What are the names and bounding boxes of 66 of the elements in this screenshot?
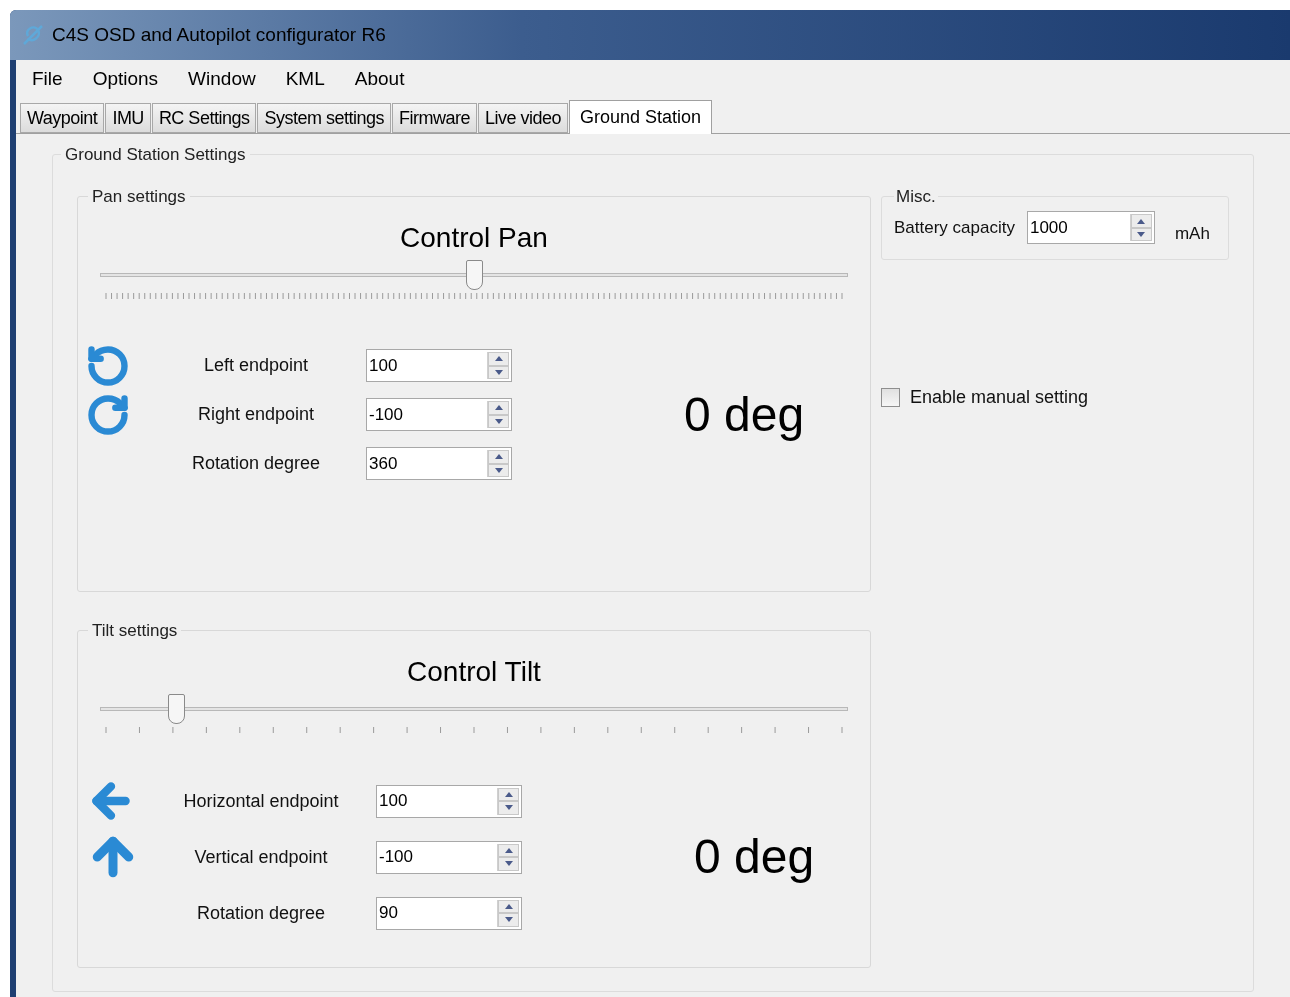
menu-item[interactable]: Options bbox=[92, 64, 159, 94]
down-triangle-icon bbox=[504, 861, 513, 867]
group-title: Pan settings bbox=[91, 185, 187, 208]
down-triangle-icon bbox=[1137, 232, 1146, 237]
spin-up-button[interactable] bbox=[498, 899, 519, 913]
field-label: Vertical endpoint bbox=[193, 845, 329, 869]
down-triangle-icon bbox=[494, 418, 503, 424]
up-triangle-icon bbox=[1137, 218, 1146, 224]
angle-reading: 0 deg bbox=[694, 829, 815, 885]
spin-up-button[interactable] bbox=[1130, 214, 1152, 228]
spin-down-button[interactable] bbox=[498, 913, 519, 927]
angle-reading: 0 deg bbox=[684, 386, 805, 443]
field-label: Rotation degree bbox=[190, 452, 322, 475]
down-triangle-icon bbox=[494, 369, 503, 375]
tab[interactable]: Live video bbox=[477, 103, 569, 133]
up-triangle-icon bbox=[504, 847, 513, 853]
slider-heading: Control Tilt bbox=[406, 655, 542, 689]
spin-box[interactable]: 100 bbox=[376, 784, 522, 818]
menu-item[interactable]: Window bbox=[188, 64, 256, 94]
up-triangle-icon bbox=[504, 903, 513, 909]
up-triangle-icon bbox=[504, 791, 513, 797]
slider-heading: Control Pan bbox=[399, 221, 549, 255]
field-label: Left endpoint bbox=[202, 354, 310, 377]
spin-down-button[interactable] bbox=[498, 801, 519, 815]
up-triangle-icon bbox=[494, 356, 503, 362]
tab[interactable]: IMU bbox=[105, 103, 151, 133]
tab[interactable]: Firmware bbox=[391, 103, 477, 133]
menu-item[interactable]: File bbox=[32, 64, 63, 94]
spin-up-button[interactable] bbox=[488, 352, 509, 366]
spin-box[interactable]: -100 bbox=[366, 398, 512, 431]
tab[interactable]: Waypoint bbox=[20, 103, 105, 133]
spin-box[interactable]: 100 bbox=[366, 349, 512, 382]
field-label: Right endpoint bbox=[196, 403, 316, 426]
slider-thumb[interactable] bbox=[466, 260, 483, 290]
spin-down-button[interactable] bbox=[498, 857, 519, 871]
rotate-right-icon bbox=[86, 392, 130, 437]
tab[interactable]: Ground Station bbox=[569, 100, 713, 134]
up-triangle-icon bbox=[494, 405, 503, 411]
unit-label: mAh bbox=[1174, 223, 1210, 245]
down-triangle-icon bbox=[504, 917, 513, 923]
group-title: Misc. bbox=[895, 185, 937, 208]
field-label: Horizontal endpoint bbox=[182, 789, 340, 813]
checkbox-label: Enable manual setting bbox=[910, 385, 1089, 409]
spin-box[interactable]: 360 bbox=[366, 447, 512, 480]
spin-box[interactable]: 1000 bbox=[1026, 211, 1155, 245]
window-title: C4S OSD and Autopilot configurator R6 bbox=[52, 22, 386, 47]
spin-up-button[interactable] bbox=[498, 787, 519, 801]
tab[interactable]: RC Settings bbox=[151, 103, 257, 133]
up-triangle-icon bbox=[494, 454, 503, 460]
down-triangle-icon bbox=[504, 805, 513, 811]
spin-up-button[interactable] bbox=[488, 401, 509, 415]
down-triangle-icon bbox=[494, 467, 503, 473]
spin-up-button[interactable] bbox=[498, 843, 519, 857]
spin-box[interactable]: 90 bbox=[376, 896, 522, 930]
field-label: Rotation degree bbox=[195, 901, 327, 925]
spin-box[interactable]: -100 bbox=[376, 840, 522, 874]
field-label: Battery capacity bbox=[894, 217, 1015, 239]
menu-item[interactable]: KML bbox=[285, 64, 325, 94]
checkbox[interactable] bbox=[881, 387, 900, 407]
tab[interactable]: System settings bbox=[257, 103, 391, 133]
group-title: Tilt settings bbox=[91, 619, 179, 642]
menu-item[interactable]: About bbox=[354, 64, 405, 94]
panel-title: Ground Station Settings bbox=[64, 144, 247, 166]
spin-up-button[interactable] bbox=[488, 450, 509, 464]
rotate-left-icon bbox=[86, 343, 130, 388]
slider-thumb[interactable] bbox=[167, 694, 185, 724]
